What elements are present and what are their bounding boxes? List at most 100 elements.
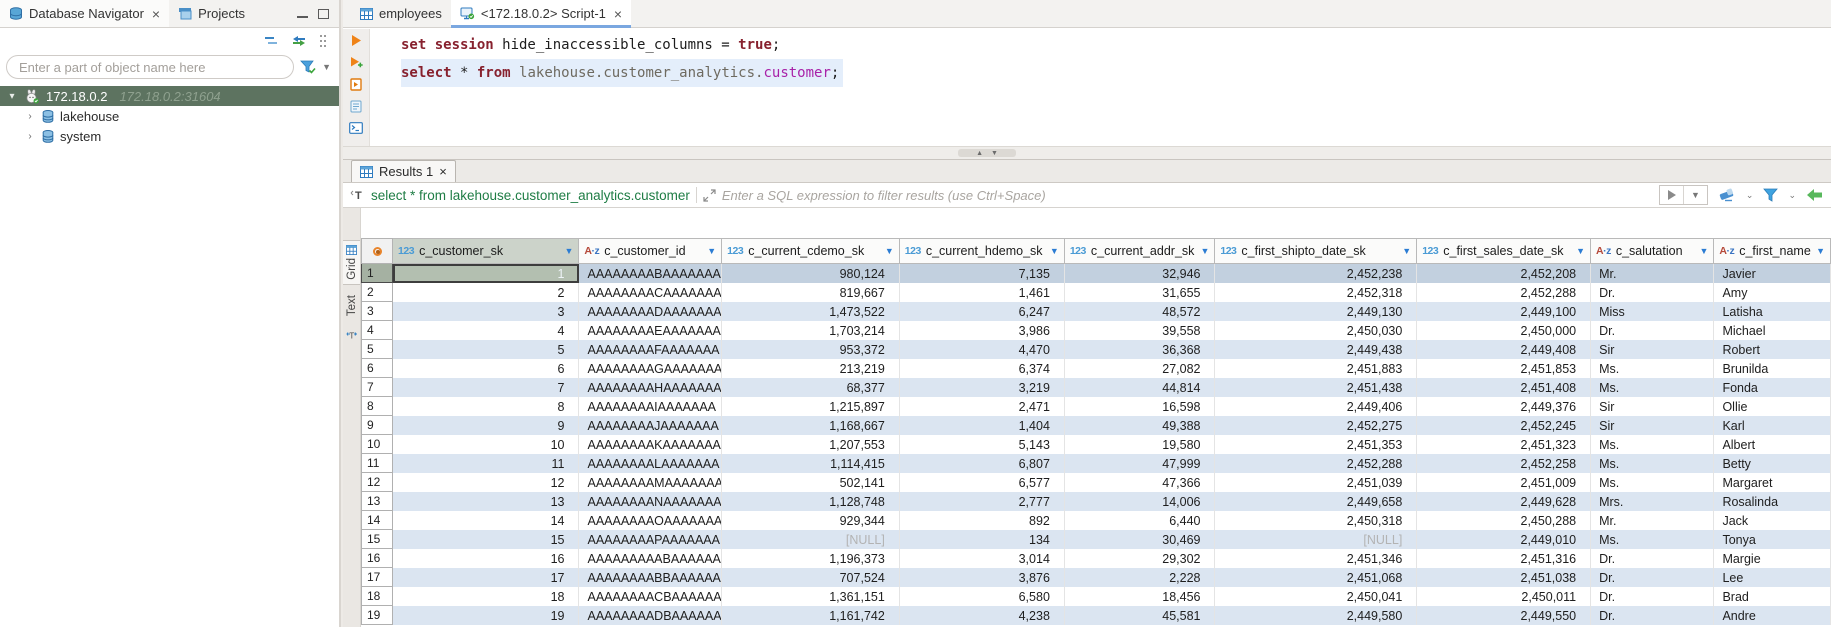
cell-c_customer_id[interactable]: AAAAAAAAHAAAAAAA: [579, 378, 722, 397]
cell-c_first_sales_date_sk[interactable]: 2,450,288: [1417, 511, 1591, 530]
tree-item-database[interactable]: ›system: [0, 126, 339, 146]
cell-c_customer_sk[interactable]: 9: [393, 416, 579, 435]
cell-c_current_cdemo_sk[interactable]: 980,124: [722, 264, 900, 283]
cell-c_customer_id[interactable]: AAAAAAAAOAAAAAAA: [579, 511, 722, 530]
cell-c_customer_id[interactable]: AAAAAAAADAAAAAAA: [579, 302, 722, 321]
cell-c_current_cdemo_sk[interactable]: 1,207,553: [722, 435, 900, 454]
cell-c_first_name[interactable]: Lee: [1714, 568, 1831, 587]
cell-c_first_name[interactable]: Michael: [1714, 321, 1831, 340]
cell-c_current_hdemo_sk[interactable]: 3,986: [900, 321, 1065, 340]
cell-c_current_hdemo_sk[interactable]: 2,471: [900, 397, 1065, 416]
cell-c_current_addr_sk[interactable]: 19,580: [1065, 435, 1216, 454]
cell-c_current_addr_sk[interactable]: 47,999: [1065, 454, 1216, 473]
cell-c_current_addr_sk[interactable]: 44,814: [1065, 378, 1216, 397]
cell-c_first_sales_date_sk[interactable]: 2,452,288: [1417, 283, 1591, 302]
cell-c_current_hdemo_sk[interactable]: 4,238: [900, 606, 1065, 625]
cell-c_customer_sk[interactable]: 3: [393, 302, 579, 321]
table-row[interactable]: 22AAAAAAAACAAAAAAA819,6671,46131,6552,45…: [361, 283, 1831, 302]
apply-filter-button[interactable]: ▼: [1659, 185, 1708, 205]
editor-results-splitter[interactable]: ▲ ▼: [343, 146, 1831, 160]
cell-c_current_addr_sk[interactable]: 39,558: [1065, 321, 1216, 340]
cell-c_first_sales_date_sk[interactable]: 2,452,258: [1417, 454, 1591, 473]
cell-c_current_hdemo_sk[interactable]: 1,461: [900, 283, 1065, 302]
cell-c_current_cdemo_sk[interactable]: 707,524: [722, 568, 900, 587]
tab-projects[interactable]: Projects: [169, 0, 254, 27]
cell-c_first_sales_date_sk[interactable]: 2,451,853: [1417, 359, 1591, 378]
cell-c_first_shipto_date_sk[interactable]: 2,449,658: [1215, 492, 1417, 511]
splitter-up-icon[interactable]: ▲: [976, 150, 983, 157]
cell-c_first_sales_date_sk[interactable]: 2,449,010: [1417, 530, 1591, 549]
chevron-down-icon[interactable]: ▾: [6, 91, 18, 102]
execute-statement-icon[interactable]: [350, 34, 363, 47]
cell-c_customer_sk[interactable]: 6: [393, 359, 579, 378]
cell-c_current_addr_sk[interactable]: 48,572: [1065, 302, 1216, 321]
sort-dropdown-icon[interactable]: ▼: [707, 246, 716, 256]
funnel-dropdown-chevron-icon[interactable]: ⌄: [1788, 190, 1796, 201]
cell-c_customer_sk[interactable]: 8: [393, 397, 579, 416]
cell-c_customer_sk[interactable]: 5: [393, 340, 579, 359]
cell-c_customer_id[interactable]: AAAAAAAACAAAAAAA: [579, 283, 722, 302]
cell-c_salutation[interactable]: Mr.: [1591, 264, 1714, 283]
value-viewer-icon[interactable]: T: [346, 328, 358, 340]
cell-c_salutation[interactable]: Dr.: [1591, 606, 1714, 625]
sql-editor[interactable]: set session hide_inaccessible_columns = …: [343, 29, 1831, 146]
cell-c_current_addr_sk[interactable]: 45,581: [1065, 606, 1216, 625]
cell-c_first_shipto_date_sk[interactable]: 2,451,438: [1215, 378, 1417, 397]
close-icon[interactable]: ×: [439, 164, 447, 179]
chevron-right-icon[interactable]: ›: [24, 131, 36, 142]
cell-c_current_hdemo_sk[interactable]: 7,135: [900, 264, 1065, 283]
eraser-icon[interactable]: [1718, 188, 1736, 202]
cell-c_customer_id[interactable]: AAAAAAAACBAAAAAA: [579, 587, 722, 606]
row-number[interactable]: 19: [361, 606, 393, 625]
cell-c_first_shipto_date_sk[interactable]: [NULL]: [1215, 530, 1417, 549]
link-with-editor-icon[interactable]: [291, 35, 307, 47]
execute-script-icon[interactable]: [350, 78, 363, 91]
explain-plan-icon[interactable]: [350, 100, 362, 113]
cell-c_customer_id[interactable]: AAAAAAAAGAAAAAAA: [579, 359, 722, 378]
row-number[interactable]: 10: [361, 435, 393, 454]
cell-c_salutation[interactable]: Ms.: [1591, 454, 1714, 473]
sort-dropdown-icon[interactable]: ▼: [1200, 246, 1209, 256]
row-number[interactable]: 14: [361, 511, 393, 530]
cell-c_salutation[interactable]: Dr.: [1591, 283, 1714, 302]
cell-c_first_shipto_date_sk[interactable]: 2,452,318: [1215, 283, 1417, 302]
cell-c_customer_id[interactable]: AAAAAAAAJAAAAAAA: [579, 416, 722, 435]
cell-c_first_name[interactable]: Tonya: [1714, 530, 1831, 549]
cell-c_first_sales_date_sk[interactable]: 2,452,245: [1417, 416, 1591, 435]
row-number[interactable]: 4: [361, 321, 393, 340]
cell-c_current_cdemo_sk[interactable]: 1,215,897: [722, 397, 900, 416]
cell-c_customer_sk[interactable]: 7: [393, 378, 579, 397]
cell-c_current_hdemo_sk[interactable]: 4,470: [900, 340, 1065, 359]
sql-line[interactable]: set session hide_inaccessible_columns = …: [401, 31, 843, 59]
cell-c_customer_sk[interactable]: 15: [393, 530, 579, 549]
table-row[interactable]: 33AAAAAAAADAAAAAAA1,473,5226,24748,5722,…: [361, 302, 1831, 321]
cell-c_first_name[interactable]: Brad: [1714, 587, 1831, 606]
cell-c_salutation[interactable]: Sir: [1591, 397, 1714, 416]
cell-c_first_name[interactable]: Robert: [1714, 340, 1831, 359]
filter-objects-icon[interactable]: [300, 60, 316, 74]
cell-c_first_name[interactable]: Latisha: [1714, 302, 1831, 321]
cell-c_current_hdemo_sk[interactable]: 5,143: [900, 435, 1065, 454]
custom-filter-icon[interactable]: T: [349, 188, 365, 202]
cell-c_first_shipto_date_sk[interactable]: 2,451,353: [1215, 435, 1417, 454]
cell-c_current_addr_sk[interactable]: 32,946: [1065, 264, 1216, 283]
collapse-all-icon[interactable]: [264, 35, 279, 47]
table-row[interactable]: 1818AAAAAAAACBAAAAAA1,361,1516,58018,456…: [361, 587, 1831, 606]
table-row[interactable]: 1414AAAAAAAAOAAAAAAA929,3448926,4402,450…: [361, 511, 1831, 530]
cell-c_current_addr_sk[interactable]: 6,440: [1065, 511, 1216, 530]
cell-c_current_addr_sk[interactable]: 30,469: [1065, 530, 1216, 549]
cell-c_first_name[interactable]: Fonda: [1714, 378, 1831, 397]
cell-c_customer_sk[interactable]: 4: [393, 321, 579, 340]
cell-c_current_cdemo_sk[interactable]: 1,114,415: [722, 454, 900, 473]
cell-c_first_sales_date_sk[interactable]: 2,451,316: [1417, 549, 1591, 568]
tree-item-database[interactable]: ›lakehouse: [0, 106, 339, 126]
cell-c_first_shipto_date_sk[interactable]: 2,450,318: [1215, 511, 1417, 530]
cell-c_current_cdemo_sk[interactable]: 1,161,742: [722, 606, 900, 625]
cell-c_first_name[interactable]: Ollie: [1714, 397, 1831, 416]
cell-c_current_addr_sk[interactable]: 49,388: [1065, 416, 1216, 435]
cell-c_first_sales_date_sk[interactable]: 2,449,408: [1417, 340, 1591, 359]
column-header-c_current_cdemo_sk[interactable]: 123c_current_cdemo_sk▼: [722, 238, 900, 264]
maximize-icon[interactable]: [318, 9, 329, 19]
row-number[interactable]: 15: [361, 530, 393, 549]
cell-c_salutation[interactable]: Dr.: [1591, 587, 1714, 606]
